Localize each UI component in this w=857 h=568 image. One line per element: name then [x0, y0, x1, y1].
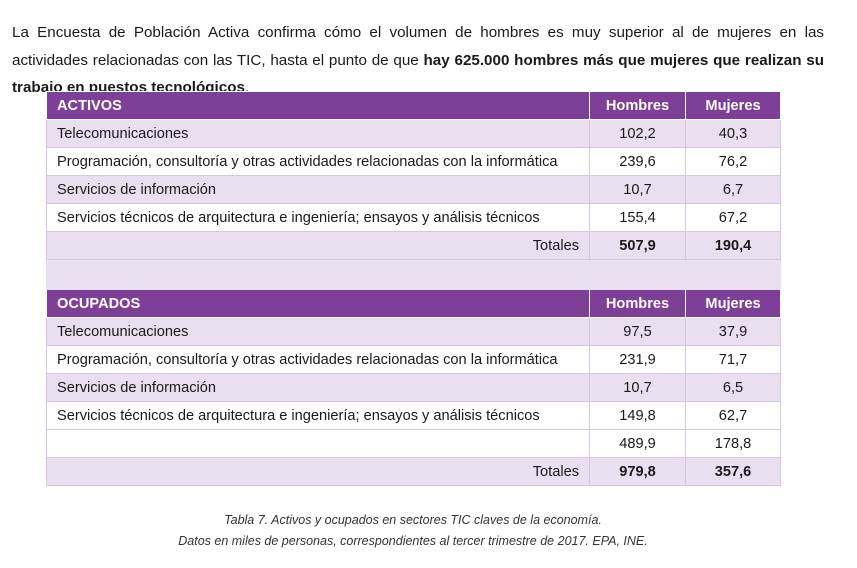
- section-spacer: [46, 259, 781, 290]
- ocupados-title: OCUPADOS: [46, 289, 590, 318]
- ocupados-totals-row: Totales 979,8 357,6: [46, 457, 781, 486]
- row-hombres: 239,6: [589, 147, 686, 176]
- table-row: Telecomunicaciones 102,2 40,3: [46, 119, 781, 148]
- activos-header-row: ACTIVOS Hombres Mujeres: [46, 91, 781, 120]
- table-row: Servicios técnicos de arquitectura e ing…: [46, 203, 781, 232]
- row-mujeres: 62,7: [685, 401, 781, 430]
- ocupados-subtotal-row: 489,9 178,8: [46, 429, 781, 458]
- row-hombres: 10,7: [589, 175, 686, 204]
- row-mujeres: 6,5: [685, 373, 781, 402]
- row-mujeres: 76,2: [685, 147, 781, 176]
- totals-mujeres: 190,4: [685, 231, 781, 260]
- row-label: Programación, consultoría y otras activi…: [46, 147, 590, 176]
- row-label: Telecomunicaciones: [46, 119, 590, 148]
- row-hombres: 231,9: [589, 345, 686, 374]
- table-row: Programación, consultoría y otras activi…: [46, 147, 781, 176]
- subtotal-hombres: 489,9: [589, 429, 686, 458]
- activos-totals-row: Totales 507,9 190,4: [46, 231, 781, 260]
- row-mujeres: 37,9: [685, 317, 781, 346]
- table-row: Servicios de información 10,7 6,5: [46, 373, 781, 402]
- row-hombres: 102,2: [589, 119, 686, 148]
- row-label: Servicios técnicos de arquitectura e ing…: [46, 203, 590, 232]
- totals-label: Totales: [46, 231, 590, 260]
- subtotal-mujeres: 178,8: [685, 429, 781, 458]
- row-hombres: 10,7: [589, 373, 686, 402]
- caption-line-1: Tabla 7. Activos y ocupados en sectores …: [224, 513, 602, 527]
- ocupados-mujeres-header: Mujeres: [685, 289, 781, 318]
- row-hombres: 149,8: [589, 401, 686, 430]
- totals-mujeres: 357,6: [685, 457, 781, 486]
- tic-sectors-table: ACTIVOS Hombres Mujeres Telecomunicacion…: [46, 91, 781, 486]
- row-label: Servicios de información: [46, 373, 590, 402]
- table-row: Servicios técnicos de arquitectura e ing…: [46, 401, 781, 430]
- table-row: Servicios de información 10,7 6,7: [46, 175, 781, 204]
- row-mujeres: 40,3: [685, 119, 781, 148]
- caption-line-2: Datos en miles de personas, correspondie…: [178, 534, 648, 548]
- row-label: Telecomunicaciones: [46, 317, 590, 346]
- ocupados-hombres-header: Hombres: [589, 289, 686, 318]
- row-label: Servicios técnicos de arquitectura e ing…: [46, 401, 590, 430]
- row-mujeres: 71,7: [685, 345, 781, 374]
- ocupados-header-row: OCUPADOS Hombres Mujeres: [46, 289, 781, 318]
- activos-hombres-header: Hombres: [589, 91, 686, 120]
- row-hombres: 97,5: [589, 317, 686, 346]
- table-row: Programación, consultoría y otras activi…: [46, 345, 781, 374]
- subtotal-label: [46, 429, 590, 458]
- table-caption: Tabla 7. Activos y ocupados en sectores …: [0, 510, 826, 552]
- row-hombres: 155,4: [589, 203, 686, 232]
- totals-hombres: 507,9: [589, 231, 686, 260]
- row-label: Programación, consultoría y otras activi…: [46, 345, 590, 374]
- totals-hombres: 979,8: [589, 457, 686, 486]
- intro-paragraph: La Encuesta de Población Activa confirma…: [12, 19, 824, 102]
- activos-title: ACTIVOS: [46, 91, 590, 120]
- row-mujeres: 67,2: [685, 203, 781, 232]
- activos-mujeres-header: Mujeres: [685, 91, 781, 120]
- totals-label: Totales: [46, 457, 590, 486]
- row-mujeres: 6,7: [685, 175, 781, 204]
- table-row: Telecomunicaciones 97,5 37,9: [46, 317, 781, 346]
- row-label: Servicios de información: [46, 175, 590, 204]
